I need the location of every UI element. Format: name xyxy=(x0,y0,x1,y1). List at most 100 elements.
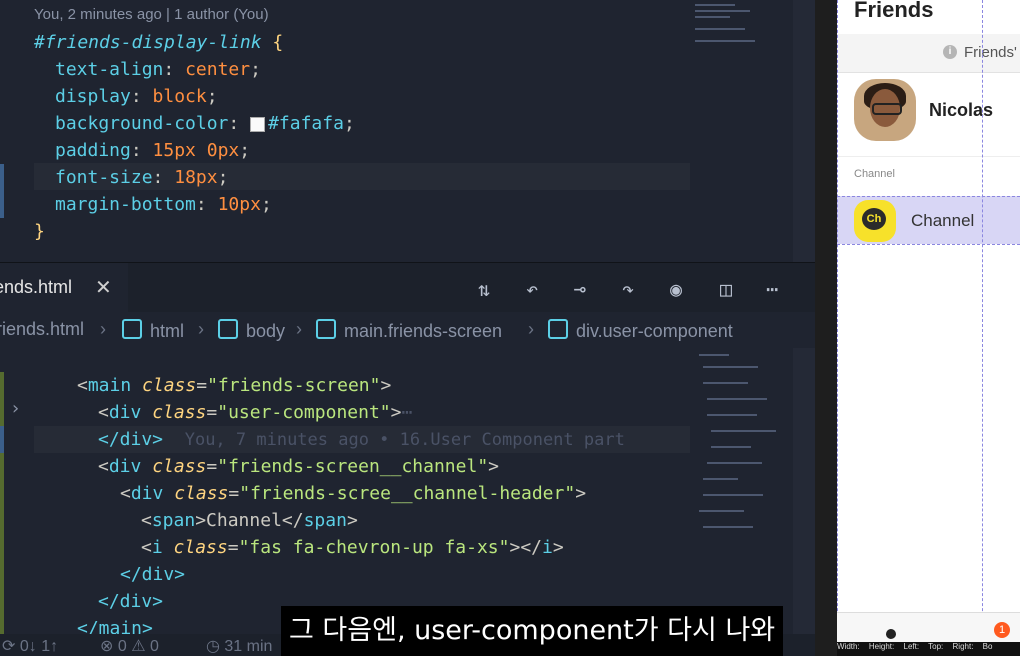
inspector-guide xyxy=(837,0,838,656)
go-forward-icon[interactable]: ↷ xyxy=(616,277,640,301)
sync-status[interactable]: ⟳ 0↓ 1↑ xyxy=(2,636,58,656)
html-editor-pane[interactable]: › <main class="friends-screen"> <div cla… xyxy=(0,348,815,639)
minimap-line xyxy=(703,478,738,480)
css-editor-pane[interactable]: You, 2 minutes ago | 1 author (You) #fri… xyxy=(0,0,815,262)
channel-header: Channel xyxy=(854,168,895,180)
html-line: </div> xyxy=(98,588,163,615)
breadcrumb-file[interactable]: riends.html xyxy=(0,319,84,340)
compare-changes-icon[interactable]: ⇅ xyxy=(472,277,496,301)
html-line: <div class="friends-screen__channel"> xyxy=(98,456,500,477)
gutter-modified-marker xyxy=(0,164,4,218)
measure-label: Right: xyxy=(952,642,974,651)
more-actions-icon[interactable]: ⋯ xyxy=(760,277,784,301)
friends-display-bar[interactable]: i Friends' xyxy=(837,34,1020,73)
inspector-guide xyxy=(982,0,983,656)
html-line: <div class="user-component">⋯ xyxy=(98,402,413,423)
css-property: background-color xyxy=(55,113,229,134)
css-selector-line: #friends-display-link { xyxy=(34,29,283,56)
channel-label: Channel xyxy=(911,211,975,230)
html-close-tag: </div> xyxy=(120,564,186,585)
breadcrumb-label: div.user-component xyxy=(576,321,733,341)
css-line: text-align: center; xyxy=(55,59,261,80)
color-swatch-icon[interactable] xyxy=(250,116,266,132)
minimap-line xyxy=(699,354,729,356)
element-icon xyxy=(316,319,336,339)
html-tag: div xyxy=(108,456,142,477)
chevron-right-icon[interactable]: › xyxy=(10,398,21,419)
element-icon xyxy=(122,319,142,339)
css-value: block xyxy=(152,86,207,107)
breadcrumb-label: body xyxy=(246,321,286,341)
close-icon[interactable]: ✕ xyxy=(95,275,112,300)
measure-label: Left: xyxy=(903,642,920,651)
channel-row[interactable]: Ch Channel xyxy=(837,196,1020,244)
css-selector: #friends-display-link xyxy=(34,32,262,53)
inspector-guide xyxy=(837,244,1020,245)
html-attr: class xyxy=(152,456,207,477)
css-value: 10px xyxy=(217,194,261,215)
problems-status[interactable]: ⊗ 0 ⚠ 0 xyxy=(100,636,159,656)
css-close-line: } xyxy=(34,218,45,245)
scrollbar-bottom[interactable] xyxy=(793,348,815,634)
html-tag: span xyxy=(151,510,196,531)
html-close-tag: </div> xyxy=(98,429,164,450)
git-blame-header[interactable]: You, 2 minutes ago | 1 author (You) xyxy=(34,6,269,23)
html-tag: main xyxy=(87,375,132,396)
scrollbar-top[interactable] xyxy=(793,0,815,262)
code-editor[interactable]: You, 2 minutes ago | 1 author (You) #fri… xyxy=(0,0,815,656)
minimap-line xyxy=(695,4,735,6)
html-line: </div> You, 7 minutes ago • 16.User Comp… xyxy=(98,426,625,454)
minimap-line xyxy=(711,430,776,432)
html-tag: i xyxy=(151,537,163,558)
nav-dot-icon[interactable] xyxy=(886,629,896,639)
friends-display-link[interactable]: Friends' xyxy=(964,44,1017,61)
html-attr: class xyxy=(174,483,229,504)
info-icon: i xyxy=(943,45,957,59)
tab-label: ends.html xyxy=(0,277,73,297)
css-property: display xyxy=(55,86,131,107)
measure-label: Top: xyxy=(928,642,944,651)
minimap-line xyxy=(703,526,753,528)
git-lens-icon[interactable]: ◉ xyxy=(664,277,688,301)
breadcrumb-label: html xyxy=(150,321,185,341)
minimap-top[interactable] xyxy=(690,0,790,60)
minimap-line xyxy=(711,446,751,448)
minimap-line xyxy=(707,398,767,400)
css-value: #fafafa xyxy=(268,113,344,134)
avatar-glasses xyxy=(872,103,902,115)
chevron-right-icon: › xyxy=(528,319,534,339)
element-icon xyxy=(218,319,238,339)
folded-ellipsis[interactable]: ⋯ xyxy=(401,402,412,423)
css-line: margin-bottom: 10px; xyxy=(55,194,272,215)
html-attr: class xyxy=(173,537,228,558)
css-value: center xyxy=(185,59,251,80)
html-attr: class xyxy=(142,375,197,396)
avatar[interactable] xyxy=(854,79,916,141)
gutter-added-marker xyxy=(0,372,4,634)
css-property: text-align xyxy=(55,59,164,80)
css-line: display: block; xyxy=(55,86,218,107)
split-editor-icon[interactable]: ◫ xyxy=(714,277,738,301)
html-line: <span>Channel</span> xyxy=(141,510,358,531)
breadcrumb-item-main[interactable]: main.friends-screen xyxy=(316,319,502,342)
commit-icon[interactable]: ⊸ xyxy=(568,277,592,301)
time-tracker-status[interactable]: ◷ 31 min xyxy=(206,636,272,656)
breadcrumb-item-body[interactable]: body xyxy=(218,319,285,342)
breadcrumb-item-div[interactable]: div.user-component xyxy=(548,319,733,342)
css-line: background-color: #fafafa; xyxy=(55,113,355,134)
minimap-line xyxy=(707,462,762,464)
tab-friends-html[interactable]: ends.html ✕ xyxy=(0,263,128,315)
chat-bubble-icon: Ch xyxy=(862,208,886,230)
go-back-icon[interactable]: ↶ xyxy=(520,277,544,301)
html-attr-value: "friends-screen" xyxy=(207,375,381,396)
minimap-bottom[interactable] xyxy=(695,348,785,548)
minimap-line xyxy=(699,510,744,512)
html-tag: span xyxy=(303,510,347,531)
html-line: <i class="fas fa-chevron-up fa-xs"></i> xyxy=(141,537,564,558)
html-tag: div xyxy=(108,402,142,423)
css-value: 18px xyxy=(174,167,218,188)
html-tag: div xyxy=(130,483,164,504)
gutter-modified-marker xyxy=(0,426,4,453)
breadcrumb-item-html[interactable]: html xyxy=(122,319,184,342)
chevron-right-icon: › xyxy=(198,319,204,339)
